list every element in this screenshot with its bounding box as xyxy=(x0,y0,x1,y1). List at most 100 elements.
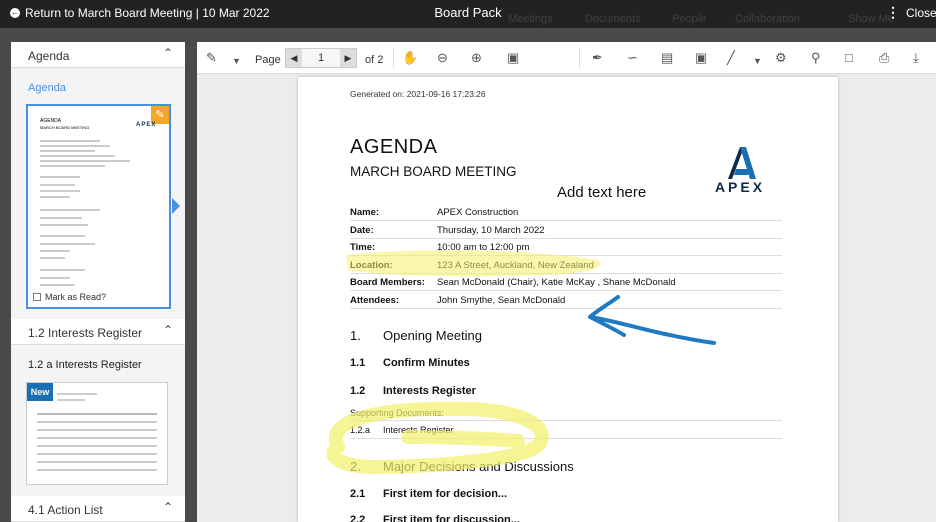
thumb-line xyxy=(37,461,157,463)
freehand-icon[interactable]: ∽ xyxy=(627,50,638,66)
return-link[interactable]: ← Return to March Board Meeting | 10 Mar… xyxy=(10,6,270,20)
generated-timestamp: Generated on: 2021-09-16 17:23:26 xyxy=(350,89,486,99)
thumb-subtitle: MARCH BOARD MEETING xyxy=(40,125,90,130)
text-annotation[interactable]: Add text here xyxy=(557,184,646,201)
item-label: Confirm Minutes xyxy=(383,357,470,369)
sidebar-item-agenda[interactable]: Agenda xyxy=(28,82,66,94)
more-options-icon[interactable]: ⋮ xyxy=(886,4,900,21)
detail-row-location: Location: 123 A Street, Auckland, New Ze… xyxy=(350,257,782,275)
interests-register-thumbnail[interactable]: New xyxy=(26,382,168,485)
item-label: First item for decision... xyxy=(383,488,508,500)
toolbar-divider xyxy=(579,48,580,68)
agenda-section-header[interactable]: Agenda ⌃ xyxy=(11,42,185,68)
agenda-thumbnail[interactable]: ✎ AGENDA MARCH BOARD MEETING APEX Mark a… xyxy=(26,104,171,309)
ghost-nav-meetings: Meetings xyxy=(508,13,553,25)
divider xyxy=(350,420,782,421)
thumb-line xyxy=(40,145,110,147)
zoom-in-icon[interactable]: ⊕ xyxy=(471,50,482,66)
previous-page-icon[interactable]: ◀ xyxy=(286,49,302,67)
thumb-line xyxy=(57,393,97,395)
detail-row-date: Date: Thursday, 10 March 2022 xyxy=(350,222,782,240)
checkbox-icon[interactable] xyxy=(33,293,41,301)
item-number: 2.1 xyxy=(350,488,366,500)
pen-tool-icon[interactable]: ✎ xyxy=(206,50,217,66)
download-icon[interactable]: ⤓ xyxy=(913,50,919,66)
thumb-line xyxy=(40,176,80,178)
sidebar-item-interests-register[interactable]: 1.2 a Interests Register xyxy=(28,359,142,371)
action-list-header-label: 4.1 Action List xyxy=(28,503,103,517)
text-box-icon[interactable]: ▣ xyxy=(695,50,707,66)
ghost-nav-people: People xyxy=(672,13,707,25)
agenda-sidebar: Agenda ⌃ Agenda ✎ AGENDA MARCH BOARD MEE… xyxy=(11,42,185,522)
thumb-line xyxy=(40,257,65,259)
thumb-line xyxy=(37,453,157,455)
agenda-item-confirm-minutes: 1.1 Confirm Minutes xyxy=(350,357,470,369)
toolbar-divider xyxy=(393,48,394,68)
detail-row-name: Name: APEX Construction xyxy=(350,204,782,222)
page-label: Page xyxy=(255,54,281,66)
gear-icon[interactable]: ⚙ xyxy=(775,50,787,66)
viewer-toolbar: ✎ ▼ Page ◀ 1 ▶ of 2 ✋ ⊖ ⊕ ▣ ✒ ∽ ▤ ▣ ╱ ▼ … xyxy=(197,42,936,74)
action-list-section-header[interactable]: 4.1 Action List ⌃ xyxy=(11,496,185,522)
detail-row-time: Time: 10:00 am to 12:00 pm xyxy=(350,239,782,257)
next-page-icon[interactable]: ▶ xyxy=(340,49,356,67)
detail-value: APEX Construction xyxy=(437,207,519,218)
thumb-line xyxy=(40,284,75,286)
thumb-line xyxy=(40,196,70,198)
thumb-line xyxy=(40,235,85,237)
thumb-line xyxy=(37,421,157,423)
top-bar: ← Return to March Board Meeting | 10 Mar… xyxy=(0,0,936,28)
thumb-line xyxy=(40,165,105,167)
sticky-note-icon[interactable]: ▤ xyxy=(661,50,673,66)
expand-icon[interactable]: □ xyxy=(845,50,853,66)
thumb-line xyxy=(40,250,70,252)
pen-dropdown-chevron-down-icon[interactable]: ▼ xyxy=(232,53,241,69)
back-arrow-icon: ← xyxy=(10,8,20,18)
chevron-up-icon[interactable]: ⌃ xyxy=(163,323,173,337)
chevron-up-icon[interactable]: ⌃ xyxy=(163,46,173,60)
thumb-line xyxy=(37,437,157,439)
thumb-line xyxy=(40,277,70,279)
detail-value: 123 A Street, Auckland, New Zealand xyxy=(437,260,594,271)
section-heading-opening-meeting: 1. Opening Meeting xyxy=(350,328,482,343)
page-total: of 2 xyxy=(365,54,384,66)
doc-label: Interests Register xyxy=(383,425,454,435)
detail-value: 10:00 am to 12:00 pm xyxy=(437,242,530,253)
chevron-up-icon[interactable]: ⌃ xyxy=(163,500,173,514)
mark-as-read-checkbox[interactable]: Mark as Read? xyxy=(33,292,106,302)
line-tool-icon[interactable]: ╱ xyxy=(727,50,735,66)
agenda-item-first-decision: 2.1 First item for decision... xyxy=(350,488,507,500)
detail-value: John Smythe, Sean McDonald xyxy=(437,295,566,306)
detail-key: Location: xyxy=(350,260,393,271)
zoom-out-icon[interactable]: ⊖ xyxy=(437,50,448,66)
detail-key: Attendees: xyxy=(350,295,400,306)
thumb-line xyxy=(40,150,95,152)
detail-value: Sean McDonald (Chair), Katie McKay , Sha… xyxy=(437,277,676,288)
thumb-line xyxy=(57,399,85,401)
document-viewer: ✎ ▼ Page ◀ 1 ▶ of 2 ✋ ⊖ ⊕ ▣ ✒ ∽ ▤ ▣ ╱ ▼ … xyxy=(197,42,936,522)
close-button[interactable]: Close xyxy=(906,6,936,20)
hand-pan-icon[interactable]: ✋ xyxy=(402,50,418,66)
print-icon[interactable]: ⎙ xyxy=(879,50,889,66)
doc-number: 1.2.a xyxy=(350,425,371,435)
item-number: 1.1 xyxy=(350,357,366,369)
interests-header-label: 1.2 Interests Register xyxy=(28,326,143,340)
signature-icon[interactable]: ✒ xyxy=(592,50,603,66)
page-navigator: ◀ 1 ▶ xyxy=(285,48,357,68)
detail-key: Board Members: xyxy=(350,277,425,288)
supporting-doc-interests-register[interactable]: 1.2.a Interests Register xyxy=(350,425,454,435)
thumb-line xyxy=(40,155,115,157)
page-number-input[interactable]: 1 xyxy=(304,52,338,64)
thumb-line xyxy=(40,160,130,162)
ghost-nav-collaboration: Collaboration xyxy=(735,13,800,25)
fit-page-icon[interactable]: ▣ xyxy=(507,50,519,66)
search-icon[interactable]: ⚲ xyxy=(811,50,821,66)
interests-section-header[interactable]: 1.2 Interests Register ⌃ xyxy=(11,319,185,345)
document-page: Generated on: 2021-09-16 17:23:26 AGENDA… xyxy=(298,77,838,522)
thumb-line xyxy=(37,445,157,447)
apex-logo-text: APEX xyxy=(714,179,766,195)
section-label: Opening Meeting xyxy=(383,328,483,343)
thumb-line xyxy=(40,190,80,192)
line-dropdown-chevron-down-icon[interactable]: ▼ xyxy=(753,53,762,69)
thumb-line xyxy=(37,469,157,471)
